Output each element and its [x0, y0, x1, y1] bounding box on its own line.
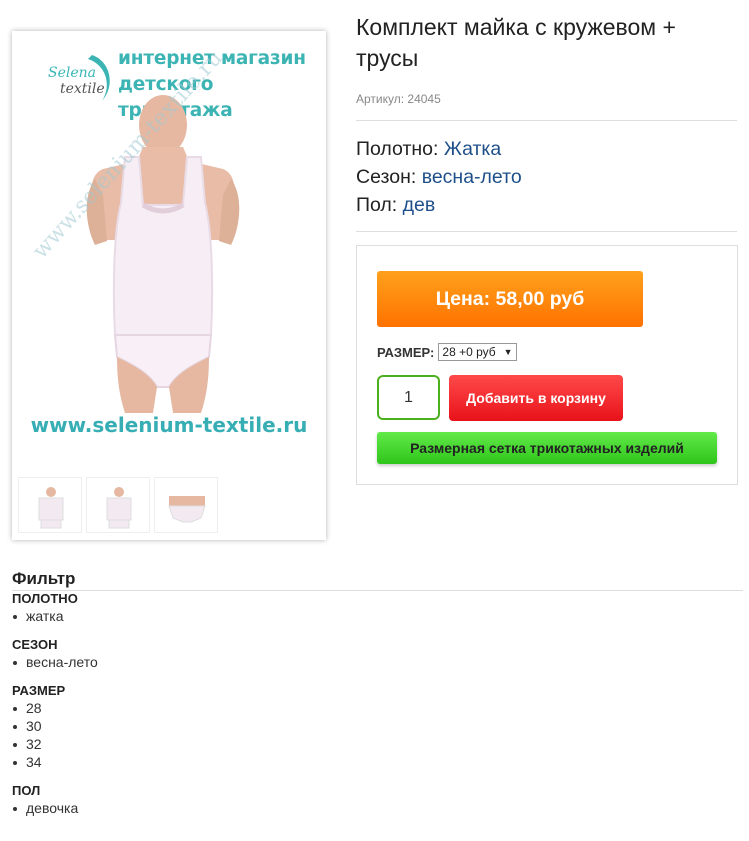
filter-group-season: СЕЗОН весна-лето	[12, 637, 312, 671]
price-button[interactable]: Цена: 58,00 руб	[377, 271, 643, 327]
thumbnail-image	[38, 487, 64, 529]
filter-title: Фильтр	[12, 569, 76, 588]
filter-group-title: ПОЛОТНО	[12, 591, 78, 606]
thumbnail-image	[168, 496, 206, 523]
site-url-caption: www.selenium-textile.ru	[30, 413, 308, 437]
thumbnail-back[interactable]	[86, 477, 150, 533]
size-label: РАЗМЕР:	[377, 344, 435, 360]
product-main-image[interactable]: Selena textile интернет магазин детского…	[18, 37, 320, 469]
filter-group-title: РАЗМЕР	[12, 683, 66, 698]
attr-gender: Пол: дев	[356, 191, 522, 219]
attr-season: Сезон: весна-лето	[356, 163, 522, 191]
filter-item[interactable]: 30	[12, 717, 312, 735]
filter-item[interactable]: жатка	[12, 607, 312, 625]
buy-box: Цена: 58,00 руб РАЗМЕР: 28 +0 руб ▼ 1 До…	[356, 245, 738, 485]
attr-label: Сезон:	[356, 166, 417, 188]
filter-group-title: СЕЗОН	[12, 637, 58, 652]
attr-value-link[interactable]: дев	[403, 194, 436, 216]
dropdown-arrow-icon: ▼	[503, 347, 513, 357]
size-select[interactable]: 28 +0 руб ▼	[438, 343, 517, 361]
attr-value-link[interactable]: весна-лето	[422, 166, 522, 188]
filter-group-size: РАЗМЕР 28 30 32 34	[12, 683, 312, 771]
product-title: Комплект майка с кружевом + трусы	[356, 14, 676, 71]
mannequin-image	[86, 95, 240, 413]
product-attributes: Полотно: Жатка Сезон: весна-лето Пол: де…	[356, 135, 522, 219]
filter-item[interactable]: 32	[12, 735, 312, 753]
filter-panel: ПОЛОТНО жатка СЕЗОН весна-лето РАЗМЕР 28…	[12, 591, 312, 829]
thumbnail-briefs[interactable]	[154, 477, 218, 533]
filter-group-fabric: ПОЛОТНО жатка	[12, 591, 312, 625]
filter-item[interactable]: 34	[12, 753, 312, 771]
quantity-input[interactable]: 1	[377, 375, 440, 420]
size-row: РАЗМЕР: 28 +0 руб ▼	[377, 343, 517, 361]
product-gallery: Selena textile интернет магазин детского…	[12, 31, 326, 540]
filter-group-gender: ПОЛ девочка	[12, 783, 312, 817]
filter-group-title: ПОЛ	[12, 783, 41, 798]
attr-label: Полотно:	[356, 138, 439, 160]
logo-line1: Selena	[48, 65, 97, 81]
attr-value-link[interactable]: Жатка	[444, 138, 501, 160]
thumbnail-strip	[18, 477, 218, 533]
attr-label: Пол:	[356, 194, 398, 216]
attr-fabric: Полотно: Жатка	[356, 135, 522, 163]
thumbnail-front[interactable]	[18, 477, 82, 533]
divider	[356, 120, 737, 121]
divider	[356, 231, 737, 232]
size-selected-value: 28 +0 руб	[442, 345, 496, 359]
thumbnail-image	[106, 487, 132, 529]
filter-item[interactable]: девочка	[12, 799, 312, 817]
size-chart-button[interactable]: Размерная сетка трикотажных изделий	[377, 432, 717, 464]
product-sku: Артикул: 24045	[356, 92, 441, 106]
filter-item[interactable]: весна-лето	[12, 653, 312, 671]
add-to-cart-button[interactable]: Добавить в корзину	[449, 375, 623, 421]
brand-logo: Selena textile	[48, 65, 105, 97]
filter-item[interactable]: 28	[12, 699, 312, 717]
